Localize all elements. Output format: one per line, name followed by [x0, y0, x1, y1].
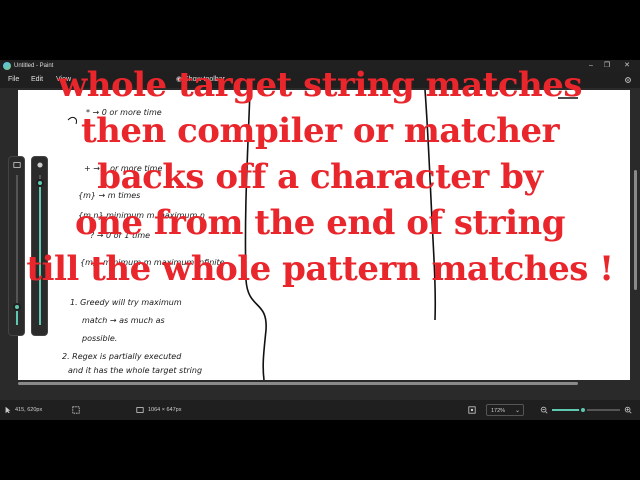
title-bar: Untitled - Paint – ❐ ✕ — [0, 60, 640, 72]
brush-icon — [37, 162, 43, 168]
handwriting-line: {m} → m times — [78, 191, 141, 200]
zoom-in-icon[interactable] — [624, 406, 632, 414]
handwriting-line: match → as much as — [82, 316, 165, 325]
menu-edit[interactable]: Edit — [31, 76, 43, 84]
cursor-position: 415, 620px — [15, 407, 43, 413]
handwriting-line: and it has the whole target string — [68, 366, 203, 375]
zoom-out-icon[interactable] — [540, 406, 548, 414]
handwriting-line: ? → 0 or 1 time — [90, 231, 151, 240]
zoom-slider[interactable] — [552, 406, 620, 414]
screen: Untitled - Paint – ❐ ✕ File Edit View ◉ … — [0, 0, 640, 480]
handwriting-line: {m,} minimum m maximum infinite — [80, 258, 225, 267]
layers-icon — [13, 162, 21, 168]
paint-app-icon — [3, 62, 11, 70]
close-button[interactable]: ✕ — [620, 60, 634, 72]
zoom-level: 172% — [491, 408, 506, 414]
menu-file[interactable]: File — [8, 76, 19, 84]
maximize-button[interactable]: ❐ — [600, 60, 614, 72]
menu-bar: File Edit View ◉ Show toolbar — [0, 72, 640, 88]
fit-icon[interactable] — [468, 406, 476, 414]
handwriting-line: + → 1 or more time — [84, 164, 163, 173]
drawing-canvas[interactable]: * → 0 or more time + → 1 or more time {m… — [18, 90, 630, 380]
status-bar: 415, 620px 1064 × 647px 172% ⌄ — [0, 400, 640, 420]
slider-knob[interactable] — [13, 303, 21, 311]
canvas-size-icon — [136, 407, 144, 413]
canvas-size: 1064 × 647px — [148, 407, 182, 413]
chevron-down-icon: ⌄ — [514, 408, 520, 414]
left-vertical-slider[interactable] — [8, 156, 25, 336]
right-vertical-slider[interactable] — [31, 156, 48, 336]
paint-window: Untitled - Paint – ❐ ✕ File Edit View ◉ … — [0, 60, 640, 420]
canvas-area: * → 0 or more time + → 1 or more time {m… — [0, 88, 640, 400]
handwriting-line: 1. Greedy will try maximum — [70, 298, 182, 307]
slider-knob[interactable] — [36, 178, 44, 187]
minimize-button[interactable]: – — [584, 60, 598, 72]
handwriting-line: 2. Regex is partially executed — [62, 352, 182, 361]
zoom-slider-knob[interactable] — [578, 406, 587, 414]
horizontal-scroll-thumb[interactable] — [18, 382, 578, 385]
eye-icon: ◉ — [176, 76, 185, 83]
selection-icon — [72, 406, 80, 414]
gear-icon[interactable] — [624, 76, 632, 84]
window-title: Untitled - Paint — [14, 63, 54, 69]
show-toolbar-button[interactable]: ◉ Show toolbar — [176, 76, 225, 84]
zoom-dropdown[interactable]: 172% ⌄ — [486, 404, 524, 416]
handwriting-line: * → 0 or more time — [86, 108, 162, 117]
vertical-scroll-thumb[interactable] — [634, 170, 637, 290]
show-toolbar-label: Show toolbar — [184, 76, 225, 83]
handwriting-line: {m,n} minimum m maximum n — [78, 211, 205, 220]
cursor-icon — [5, 406, 11, 414]
menu-view[interactable]: View — [56, 76, 71, 84]
handwriting-line: possible. — [82, 334, 118, 343]
slider-fill — [39, 182, 41, 325]
vertical-scrollbar[interactable] — [633, 90, 638, 380]
